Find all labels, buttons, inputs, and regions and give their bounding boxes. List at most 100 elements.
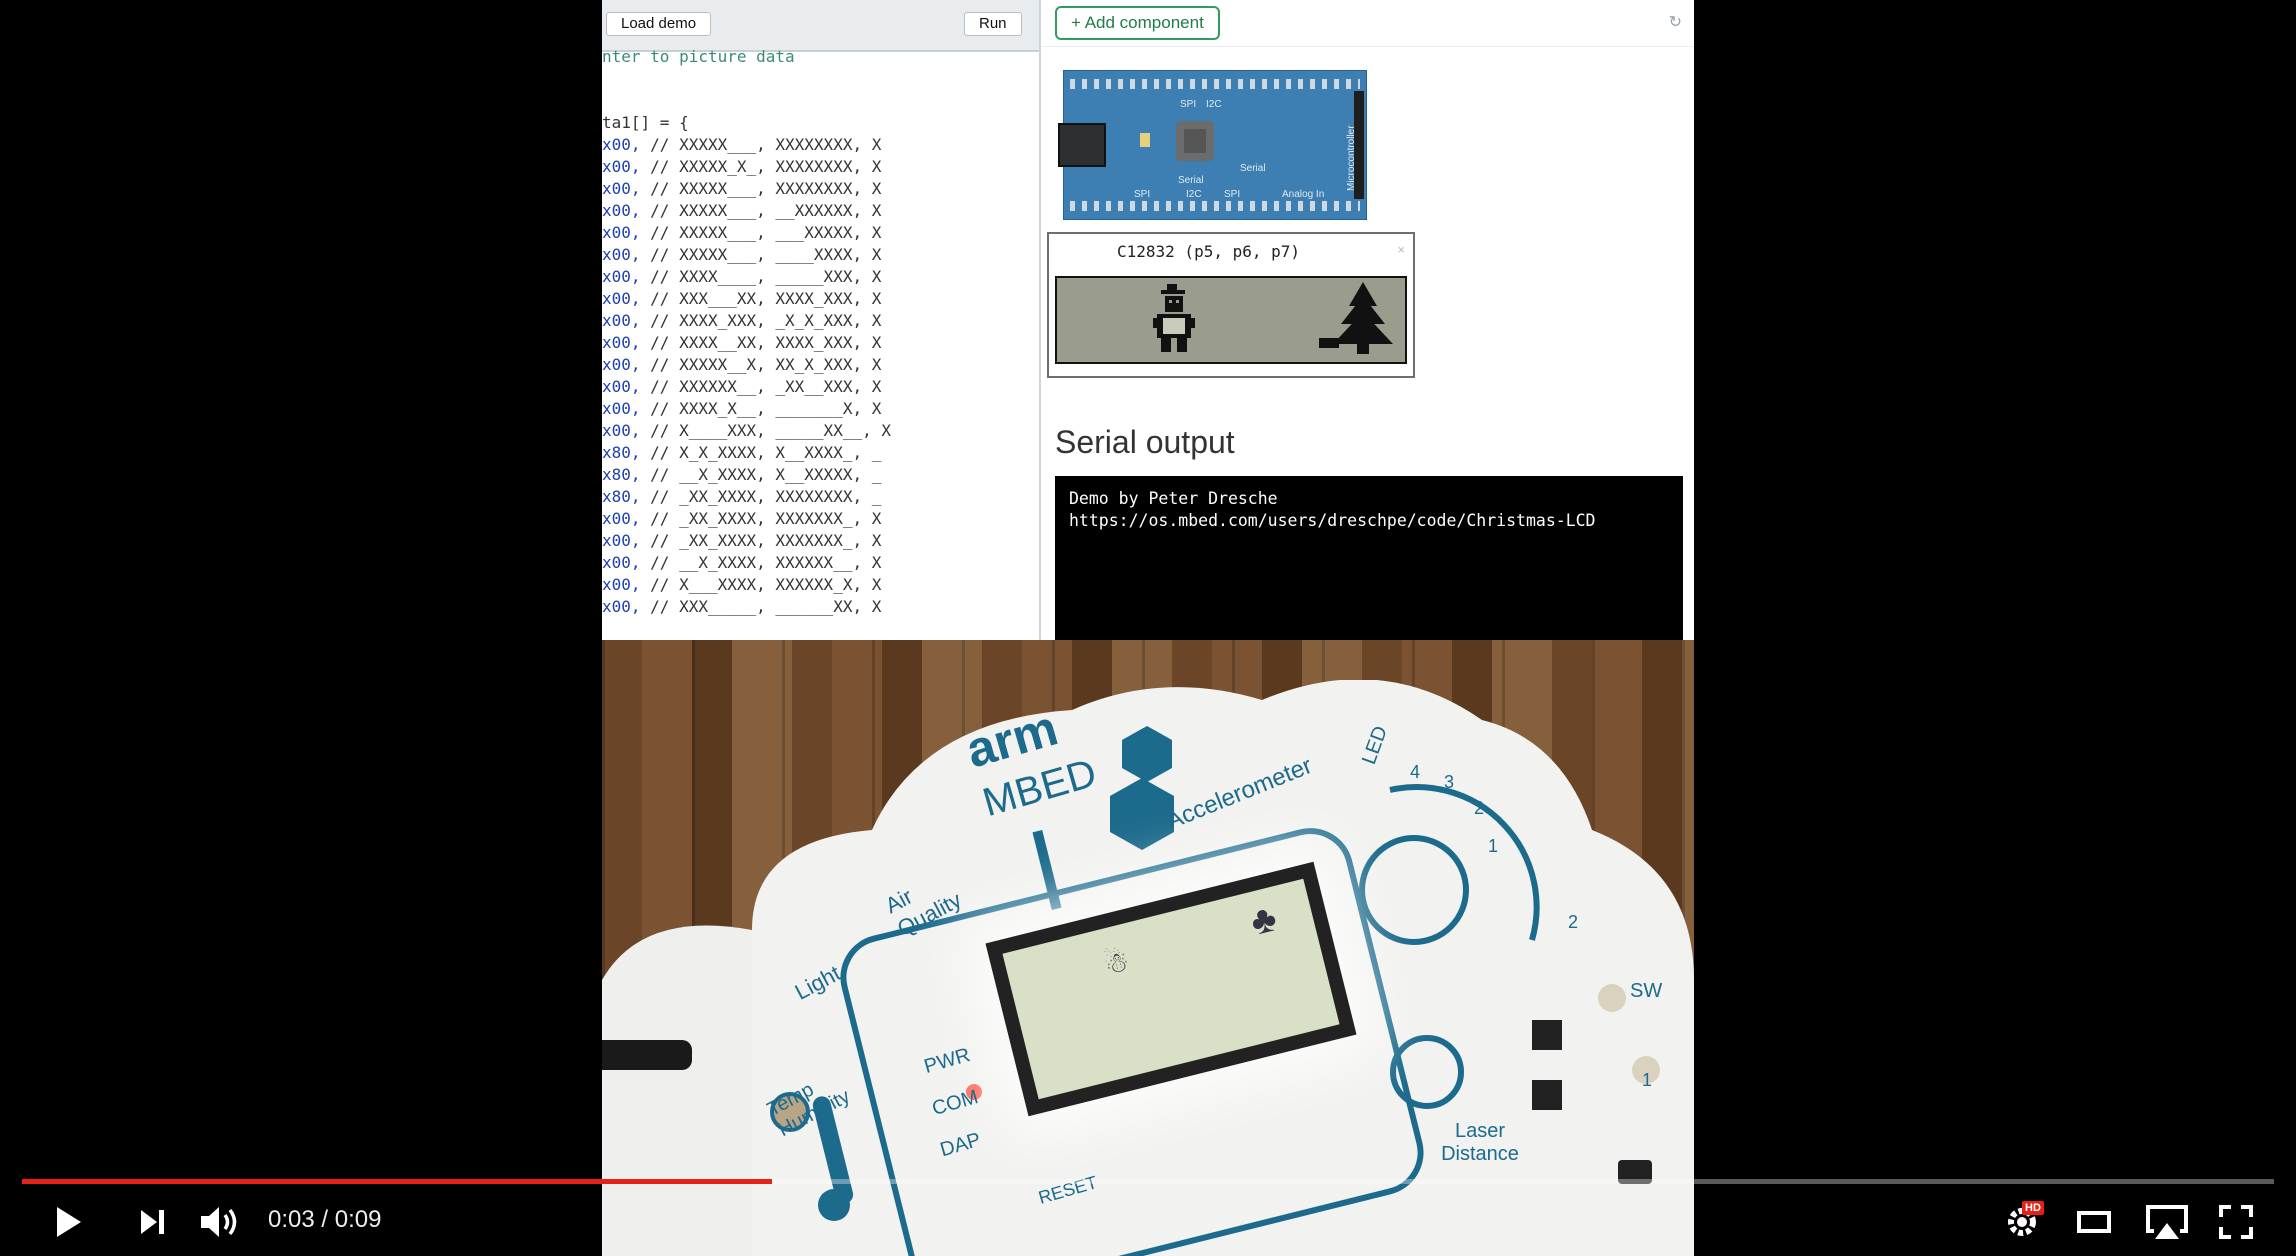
code-line: nter to picture data	[602, 46, 1039, 68]
theater-mode-icon[interactable]	[2072, 1200, 2116, 1244]
lcd-display	[1055, 276, 1407, 364]
refresh-icon[interactable]: ↻	[1669, 12, 1682, 32]
video-frame[interactable]: Load demo Run nter to picture data ta1[] …	[602, 0, 1694, 1256]
code-line: x80, // _XX_XXXX, XXXXXXXX, _	[602, 486, 1039, 508]
hd-badge: HD	[2022, 1201, 2044, 1215]
code-comment: nter to picture data	[602, 47, 795, 66]
microcontroller-board[interactable]: SPI Serial I2C SPI Serial Analog In I2C …	[1058, 70, 1367, 220]
run-button[interactable]: Run	[964, 12, 1022, 36]
code-comment: // X_X_XXXX, X__XXXX_, _	[640, 443, 882, 462]
simulator-panel: + Add component ↻ SPI Serial I2C SPI Ser…	[1041, 0, 1694, 646]
lcd-pixel-art	[1153, 282, 1393, 354]
serial-output-heading: Serial output	[1055, 424, 1235, 460]
code-line: x00, // XXXXX_X_, XXXXXXXX, X	[602, 156, 1039, 178]
duration: 0:09	[334, 1206, 382, 1233]
board-label-serial-2: Serial	[1240, 163, 1266, 174]
code-comment: // XXX_____, ______XX, X	[640, 597, 882, 616]
code-comment: // XXXXX___, __XXXXXX, X	[640, 201, 882, 220]
code-comment: ta1[] = {	[602, 113, 689, 132]
code-comment: // XXX___XX, XXXX_XXX, X	[640, 289, 882, 308]
code-comment: // X___XXXX, XXXXXX_X, X	[640, 575, 882, 594]
board-label-analog-in: Analog In	[1282, 189, 1325, 200]
code-hex-value: x00,	[602, 135, 641, 154]
code-hex-value: x00,	[602, 377, 641, 396]
snowman-icon	[1153, 284, 1195, 352]
led-scale-2: 2	[1474, 798, 1485, 818]
code-comment: // XXXX__XX, XXXX_XXX, X	[640, 333, 882, 352]
code-line: x00, // XXXXX___, XXXXXXXX, X	[602, 134, 1039, 156]
board-label-spi: SPI	[1134, 189, 1151, 200]
code-hex-value: x00,	[602, 223, 641, 242]
divider	[1041, 46, 1694, 47]
code-comment: // XXXXX___, XXXXXXXX, X	[640, 135, 882, 154]
lcd-component[interactable]: C12832 (p5, p6, p7) ×	[1047, 232, 1415, 378]
close-icon[interactable]: ×	[1397, 242, 1405, 257]
next-icon[interactable]	[130, 1200, 174, 1244]
board-label-spi-top: SPI	[1180, 99, 1197, 110]
code-line: x00, // X____XXX, _____XX__, X	[602, 420, 1039, 442]
code-line: x00, // XXXX____, _____XXX, X	[602, 266, 1039, 288]
board-label-spi-2: SPI	[1224, 189, 1241, 200]
code-comment: // XXXXX___, XXXXXXXX, X	[640, 179, 882, 198]
code-comment: // XXXX_XXX, _X_X_XXX, X	[640, 311, 882, 330]
code-comment: // XXXXX___, ___XXXXX, X	[640, 223, 882, 242]
reset-button-icon	[1176, 121, 1214, 161]
code-line: x80, // __X_XXXX, X__XXXXX, _	[602, 464, 1039, 486]
code-hex-value: x80,	[602, 465, 641, 484]
code-line: x00, // XXXX__XX, XXXX_XXX, X	[602, 332, 1039, 354]
code-line: x00, // XXXXX__X, XX_X_XXX, X	[602, 354, 1039, 376]
code-comment: // XXXXXX__, _XX__XXX, X	[640, 377, 882, 396]
code-hex-value: x80,	[602, 487, 641, 506]
code-hex-value: x00,	[602, 355, 641, 374]
serial-line: https://os.mbed.com/users/dreschpe/code/…	[1069, 511, 1596, 530]
fullscreen-icon[interactable]	[2214, 1200, 2258, 1244]
code-comment: // _XX_XXXX, XXXXXXXX, _	[640, 487, 882, 506]
editor-toolbar: Load demo Run	[602, 0, 1039, 52]
code-line: x00, // XXXXX___, ___XXXXX, X	[602, 222, 1039, 244]
christmas-tree-icon	[1319, 282, 1393, 354]
code-hex-value: x00,	[602, 575, 641, 594]
code-hex-value: x00,	[602, 421, 641, 440]
code-hex-value: x00,	[602, 179, 641, 198]
current-time: 0:03	[268, 1206, 315, 1233]
serial-line: Demo by Peter Dresche	[1069, 489, 1278, 508]
add-component-button[interactable]: + Add component	[1055, 6, 1220, 40]
code-hex-value: x00,	[602, 531, 641, 550]
code-hex-value: x00,	[602, 289, 641, 308]
code-comment: // XXXXX__X, XX_X_XXX, X	[640, 355, 882, 374]
code-hex-value: x00,	[602, 157, 641, 176]
code-line: x00, // _XX_XXXX, XXXXXXX_, X	[602, 508, 1039, 530]
code-line: x00, // XXXXX___, XXXXXXXX, X	[602, 178, 1039, 200]
play-icon[interactable]	[46, 1200, 90, 1244]
code-line: x00, // __X_XXXX, XXXXXX__, X	[602, 552, 1039, 574]
board-label-serial: Serial	[1178, 175, 1204, 186]
code-line: x00, // XXXXXX__, _XX__XXX, X	[602, 376, 1039, 398]
code-hex-value: x00,	[602, 553, 641, 572]
code-comment: // XXXXX_X_, XXXXXXXX, X	[640, 157, 882, 176]
label-sw-1: 1	[1642, 1070, 1653, 1090]
volume-icon[interactable]	[196, 1200, 244, 1244]
code-line: x80, // X_X_XXXX, X__XXXX_, _	[602, 442, 1039, 464]
code-hex-value: x00,	[602, 597, 641, 616]
code-hex-value: x00,	[602, 509, 641, 528]
airplay-icon[interactable]	[2142, 1200, 2192, 1244]
label-laser-distance: Laser Distance	[1441, 1120, 1519, 1165]
board-label-i2c: I2C	[1186, 189, 1202, 200]
code-comment: // XXXXX___, ____XXXX, X	[640, 245, 882, 264]
code-comment: // __X_XXXX, XXXXXX__, X	[640, 553, 882, 572]
code-line: x00, // XXXX_X__, _______X, X	[602, 398, 1039, 420]
code-content[interactable]: nter to picture data ta1[] = { x00, // XXX…	[602, 46, 1039, 618]
code-comment: // XXXX____, _____XXX, X	[640, 267, 882, 286]
load-demo-button[interactable]: Load demo	[606, 12, 712, 36]
code-hex-value: x00,	[602, 333, 641, 352]
code-line: x00, // XXXXX___, __XXXXXX, X	[602, 200, 1039, 222]
label-sw-2: 2	[1568, 912, 1579, 932]
code-comment: // _XX_XXXX, XXXXXXX_, X	[640, 531, 882, 550]
code-line: x00, // XXX___XX, XXXX_XXX, X	[602, 288, 1039, 310]
code-comment: // XXXX_X__, _______X, X	[640, 399, 882, 418]
progress-bar-fill[interactable]	[22, 1179, 772, 1184]
code-line: x00, // XXXX_XXX, _X_X_XXX, X	[602, 310, 1039, 332]
christmas-tree-icon: ♣	[1246, 897, 1281, 944]
